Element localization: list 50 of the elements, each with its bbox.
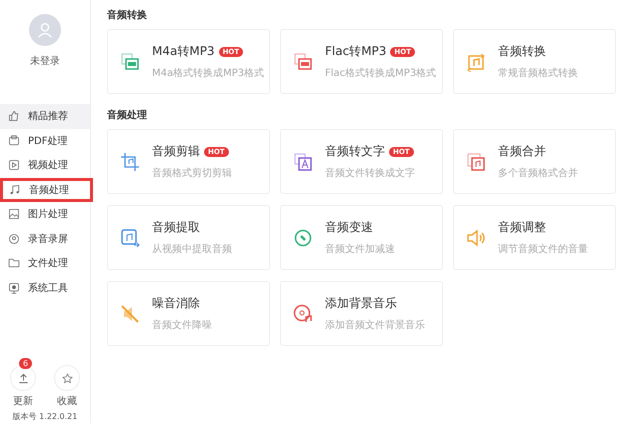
tool-card[interactable]: 音频转换 常规音频格式转换 [453, 29, 616, 94]
nav-item[interactable]: 系统工具 [0, 276, 90, 300]
tool-card[interactable]: 添加背景音乐 添加音频文件背景音乐 [280, 281, 443, 346]
tool-card[interactable]: 音频合并 多个音频格式合并 [453, 129, 616, 194]
tool-title: Flac转MP3 [325, 43, 386, 60]
tool-card[interactable]: 音频变速 音频文件加减速 [280, 205, 443, 270]
tool-description: 多个音频格式合并 [498, 166, 578, 180]
tool-description: 添加音频文件背景音乐 [325, 318, 425, 332]
tool-description: 音频文件加减速 [325, 242, 395, 256]
tool-card[interactable]: 音频调整 调节音频文件的音量 [453, 205, 616, 270]
music-icon [9, 184, 21, 196]
tool-description: 音频格式剪切剪辑 [152, 166, 232, 180]
nav-item[interactable]: 音频处理 [0, 178, 93, 202]
notification-badge: 6 [19, 358, 32, 369]
tool-description: 调节音频文件的音量 [498, 242, 588, 256]
video-icon [8, 159, 20, 172]
tool-title: 音频剪辑 [152, 143, 200, 160]
nav-item[interactable]: 精品推荐 [0, 104, 90, 128]
tool-title: 音频提取 [152, 219, 200, 236]
thumb-icon [8, 110, 20, 122]
version-label: 版本号 1.22.0.21 [12, 411, 78, 422]
avatar-icon[interactable] [29, 14, 61, 46]
nav-item[interactable]: 图片处理 [0, 202, 90, 226]
nav-item[interactable]: 文件处理 [0, 251, 90, 276]
tool-description: 音频文件降噪 [152, 318, 212, 332]
tool-description: 音频文件转换成文字 [325, 166, 415, 180]
nav-item[interactable]: 视频处理 [0, 153, 90, 178]
tool-description: 从视频中提取音频 [152, 242, 232, 256]
tool-title: 噪音消除 [152, 295, 200, 312]
star-icon [62, 372, 72, 384]
tool-title: 音频转换 [498, 43, 546, 60]
tool-description: Flac格式转换成MP3格式 [325, 66, 436, 80]
tool-card[interactable]: 音频提取 从视频中提取音频 [107, 205, 270, 270]
login-status: 未登录 [30, 54, 60, 68]
tool-title: 添加背景音乐 [325, 295, 397, 312]
folder-icon [8, 257, 20, 270]
nav-item[interactable]: PDF处理 [0, 128, 90, 153]
tool-description: M4a格式转换成MP3格式 [152, 66, 264, 80]
tool-title: 音频变速 [325, 219, 373, 236]
section-title: 音频处理 [107, 108, 148, 122]
nav-item[interactable]: 录音录屏 [0, 226, 90, 251]
section-title: 音频转换 [107, 8, 148, 22]
tool-title: 音频转文字 [325, 143, 385, 160]
tool-card[interactable]: 噪音消除 音频文件降噪 [107, 281, 270, 346]
image-icon [8, 208, 20, 220]
tool-description: 常规音频格式转换 [498, 66, 578, 80]
upload-icon [18, 372, 28, 384]
tool-title: 音频调整 [498, 219, 546, 236]
tool-title: 音频合并 [498, 143, 546, 160]
tool-title: M4a转MP3 [152, 43, 215, 60]
